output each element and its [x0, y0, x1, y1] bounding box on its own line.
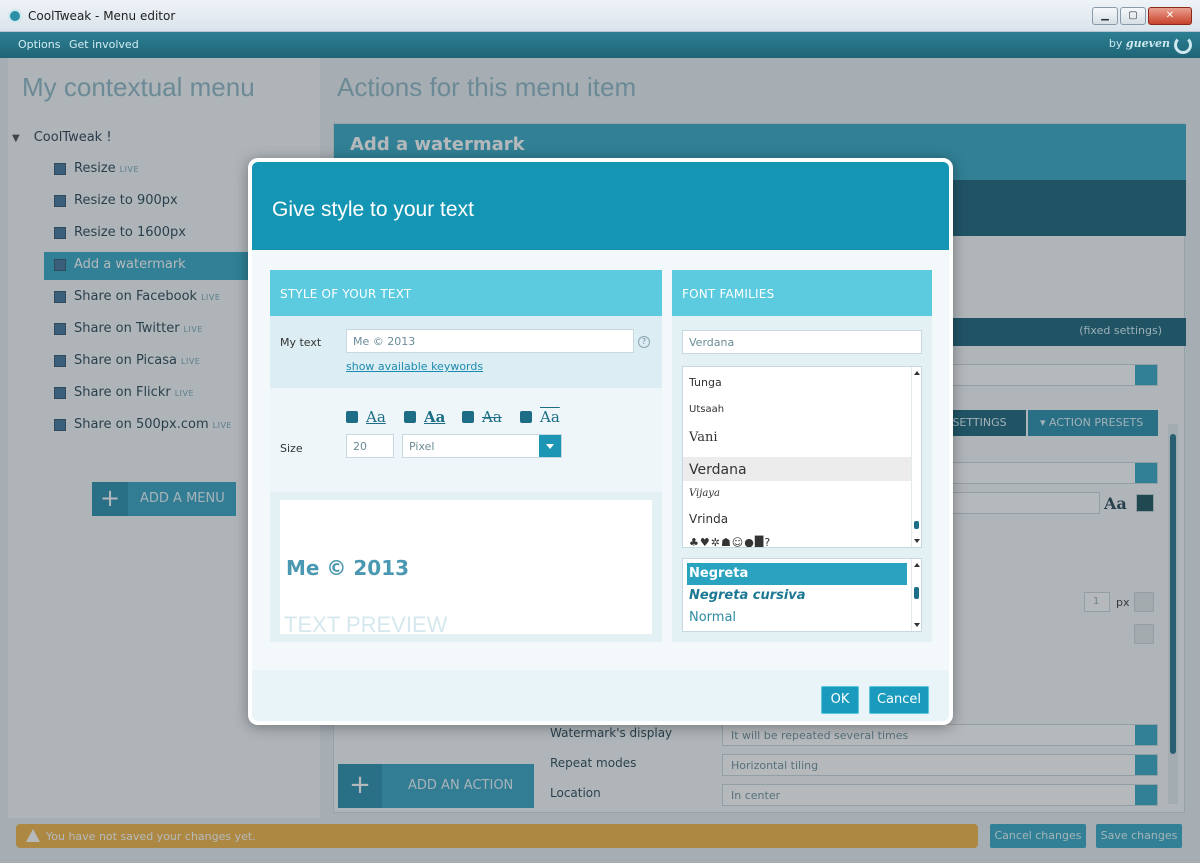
style-column: STYLE OF YOUR TEXT My text Me © 2013 ? s… — [270, 270, 662, 642]
menu-get-involved[interactable]: Get involved — [69, 38, 139, 51]
help-icon[interactable]: ? — [638, 336, 650, 348]
overline-option[interactable]: Aa — [520, 408, 560, 426]
underline-option[interactable]: Aa — [346, 408, 386, 426]
scroll-down-icon[interactable] — [914, 623, 920, 627]
font-item[interactable]: Utsaah — [683, 399, 911, 423]
weight-item[interactable]: Normal — [687, 607, 907, 629]
scrollbar-thumb[interactable] — [914, 587, 919, 599]
overline-sample: Aa — [540, 408, 560, 426]
underline-sample: Aa — [366, 408, 386, 426]
scroll-down-icon[interactable] — [914, 539, 920, 543]
scrollbar-thumb[interactable] — [914, 521, 919, 529]
my-text-label: My text — [280, 336, 322, 349]
brand: by gueven — [1109, 37, 1170, 50]
scroll-up-icon[interactable] — [914, 563, 920, 567]
cancel-button[interactable]: Cancel — [869, 686, 929, 714]
weight-item-selected[interactable]: Negreta — [687, 563, 907, 585]
font-item[interactable]: Vrinda — [683, 507, 911, 531]
strikethrough-sample: Aa — [482, 408, 502, 426]
close-button[interactable]: ✕ — [1148, 7, 1192, 25]
strikethrough-option[interactable]: Aa — [462, 408, 502, 426]
font-item-selected[interactable]: Verdana — [683, 457, 911, 481]
style-dialog: Give style to your text STYLE OF YOUR TE… — [248, 158, 953, 725]
font-families-column: FONT FAMILIES Verdana Tunga Utsaah Vani … — [672, 270, 932, 642]
menu-bar: Options Get involved by gueven — [0, 32, 1200, 58]
size-unit-select[interactable]: Pixel — [402, 434, 562, 458]
size-row: Aa Aa Aa Aa Size 20 Pixel — [270, 388, 662, 492]
minimize-button[interactable]: ▁ — [1092, 7, 1118, 25]
font-list-scrollbar[interactable] — [911, 367, 921, 547]
underline-checkbox[interactable] — [346, 411, 358, 423]
font-item[interactable]: Tunga — [683, 371, 911, 395]
font-item[interactable]: Vani — [683, 425, 911, 449]
window-controls: ▁ ▢ ✕ — [1092, 7, 1192, 25]
window-title: CoolTweak - Menu editor — [28, 9, 176, 23]
bold-underline-checkbox[interactable] — [404, 411, 416, 423]
my-text-input[interactable]: Me © 2013 — [346, 329, 634, 353]
menu-options[interactable]: Options — [18, 38, 60, 51]
font-families-header: FONT FAMILIES — [672, 270, 932, 316]
font-search-input[interactable]: Verdana — [682, 330, 922, 354]
my-text-row: My text Me © 2013 ? show available keywo… — [270, 316, 662, 388]
style-header: STYLE OF YOUR TEXT — [270, 270, 662, 316]
preview-text: Me © 2013 — [286, 556, 410, 580]
size-label: Size — [280, 442, 303, 455]
text-preview: Me © 2013 TEXT PREVIEW — [280, 500, 652, 634]
weight-list-scrollbar[interactable] — [911, 559, 921, 631]
weight-item[interactable]: Negreta cursiva — [687, 585, 907, 607]
font-item[interactable]: ♣♥✲☗☺●█? — [683, 531, 911, 547]
show-keywords-link[interactable]: show available keywords — [346, 360, 483, 373]
strikethrough-checkbox[interactable] — [462, 411, 474, 423]
brand-name: gueven — [1125, 37, 1170, 50]
bold-underline-option[interactable]: Aa — [404, 408, 445, 426]
overline-checkbox[interactable] — [520, 411, 532, 423]
title-bar: CoolTweak - Menu editor ▁ ▢ ✕ — [0, 0, 1200, 32]
brand-logo-icon — [1174, 36, 1192, 54]
app-icon — [8, 9, 22, 23]
preview-label: TEXT PREVIEW — [284, 612, 448, 634]
scroll-up-icon[interactable] — [914, 371, 920, 375]
brand-prefix: by — [1108, 37, 1123, 50]
size-input[interactable]: 20 — [346, 434, 394, 458]
dialog-body: STYLE OF YOUR TEXT My text Me © 2013 ? s… — [252, 250, 949, 670]
font-item[interactable]: Vijaya — [683, 483, 911, 507]
dialog-footer: OK Cancel — [252, 670, 949, 721]
font-list[interactable]: Tunga Utsaah Vani Verdana Vijaya Vrinda … — [682, 366, 922, 548]
chevron-down-icon[interactable] — [539, 435, 561, 457]
ok-button[interactable]: OK — [821, 686, 859, 714]
font-weight-list[interactable]: Negreta Negreta cursiva Normal — [682, 558, 922, 632]
dialog-title: Give style to your text — [252, 162, 949, 250]
maximize-button[interactable]: ▢ — [1120, 7, 1146, 25]
size-unit-value: Pixel — [409, 440, 435, 453]
bold-underline-sample: Aa — [424, 408, 446, 426]
